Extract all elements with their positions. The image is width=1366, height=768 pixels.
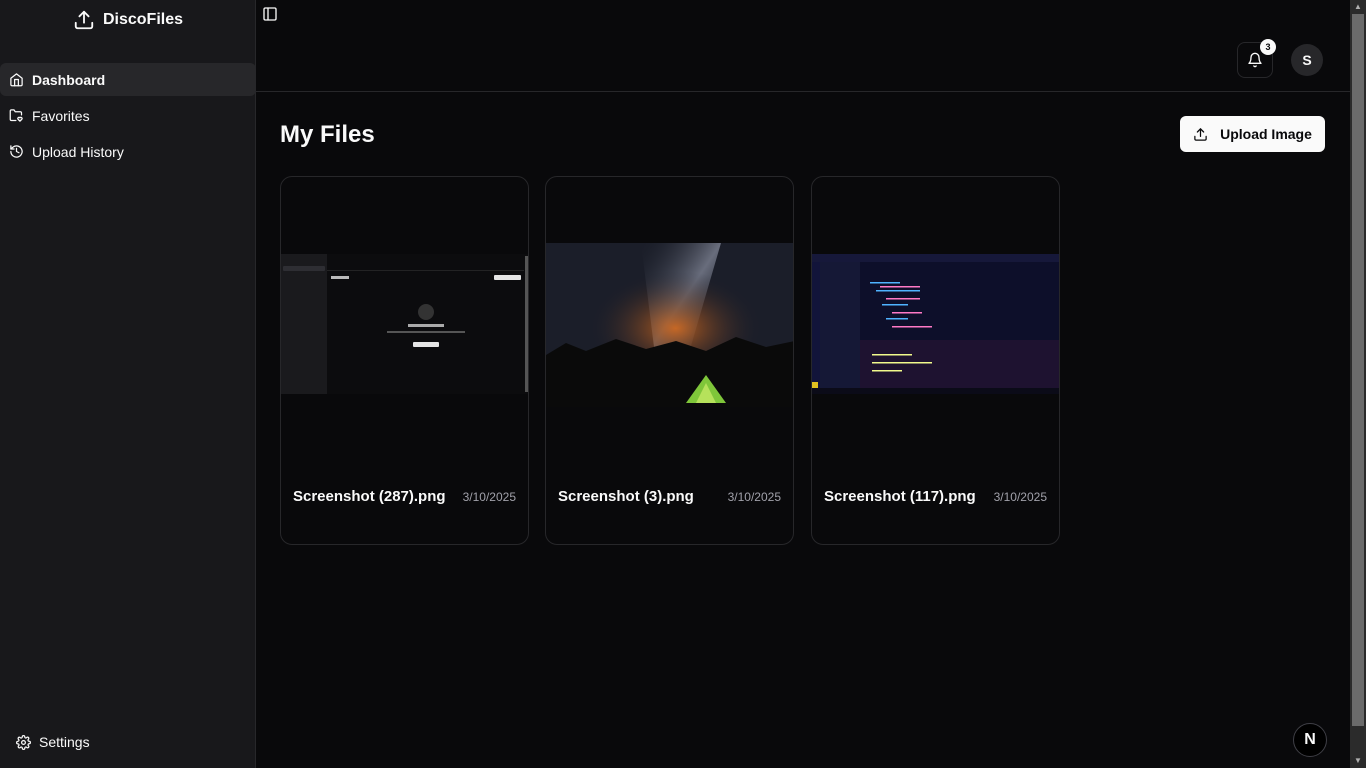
scrollbar-thumb[interactable] bbox=[1352, 14, 1364, 726]
file-thumbnail bbox=[281, 254, 528, 394]
bell-icon bbox=[1248, 52, 1262, 68]
page-title: My Files bbox=[280, 121, 375, 148]
page-scrollbar[interactable]: ▲ ▼ bbox=[1350, 0, 1366, 768]
history-icon bbox=[10, 145, 23, 158]
file-date: 3/10/2025 bbox=[993, 490, 1047, 504]
file-card[interactable]: Screenshot (287).png 3/10/2025 bbox=[280, 176, 529, 545]
scroll-down-arrow[interactable]: ▼ bbox=[1350, 754, 1366, 768]
sidebar-item-label: Upload History bbox=[32, 143, 124, 160]
nextjs-logo-icon: N bbox=[1304, 731, 1316, 748]
notifications-button[interactable]: 3 bbox=[1237, 39, 1276, 78]
scroll-up-arrow[interactable]: ▲ bbox=[1350, 0, 1366, 14]
settings-label: Settings bbox=[39, 734, 90, 750]
file-card[interactable]: Screenshot (117).png 3/10/2025 bbox=[811, 176, 1060, 545]
sidebar-item-upload-history[interactable]: Upload History bbox=[0, 135, 256, 168]
file-name: Screenshot (3).png bbox=[558, 488, 694, 505]
brand-name: DiscoFiles bbox=[102, 11, 184, 28]
sidebar-toggle-button[interactable] bbox=[262, 6, 278, 22]
sidebar-item-settings[interactable]: Settings bbox=[16, 734, 90, 750]
sidebar-item-dashboard[interactable]: Dashboard bbox=[0, 63, 256, 96]
upload-icon bbox=[74, 10, 94, 30]
upload-icon bbox=[1194, 127, 1207, 141]
file-name: Screenshot (117).png bbox=[824, 488, 976, 505]
brand[interactable]: DiscoFiles bbox=[0, 0, 256, 40]
sidebar-item-label: Dashboard bbox=[32, 71, 106, 88]
notification-count-badge: 3 bbox=[1260, 39, 1276, 55]
file-card[interactable]: Screenshot (3).png 3/10/2025 bbox=[545, 176, 794, 545]
file-thumbnail bbox=[812, 254, 1059, 394]
file-thumbnail bbox=[546, 243, 793, 407]
sidebar-nav: Dashboard Favorites Upload History bbox=[0, 63, 256, 171]
upload-image-label: Upload Image bbox=[1220, 126, 1312, 142]
upload-image-button[interactable]: Upload Image bbox=[1180, 116, 1325, 152]
file-name: Screenshot (287).png bbox=[293, 488, 446, 505]
folder-heart-icon bbox=[9, 109, 23, 122]
file-date: 3/10/2025 bbox=[462, 490, 516, 504]
topbar: 3 S bbox=[256, 0, 1350, 92]
gear-icon bbox=[16, 734, 31, 750]
panel-left-icon bbox=[263, 7, 277, 21]
file-date: 3/10/2025 bbox=[727, 490, 781, 504]
sidebar-item-favorites[interactable]: Favorites bbox=[0, 99, 256, 132]
sidebar-item-label: Favorites bbox=[32, 107, 90, 124]
sidebar: DiscoFiles Dashboard Favorites Upload Hi… bbox=[0, 0, 256, 768]
avatar[interactable]: S bbox=[1291, 44, 1323, 76]
nextjs-dev-badge[interactable]: N bbox=[1293, 723, 1327, 757]
home-icon bbox=[10, 73, 23, 87]
